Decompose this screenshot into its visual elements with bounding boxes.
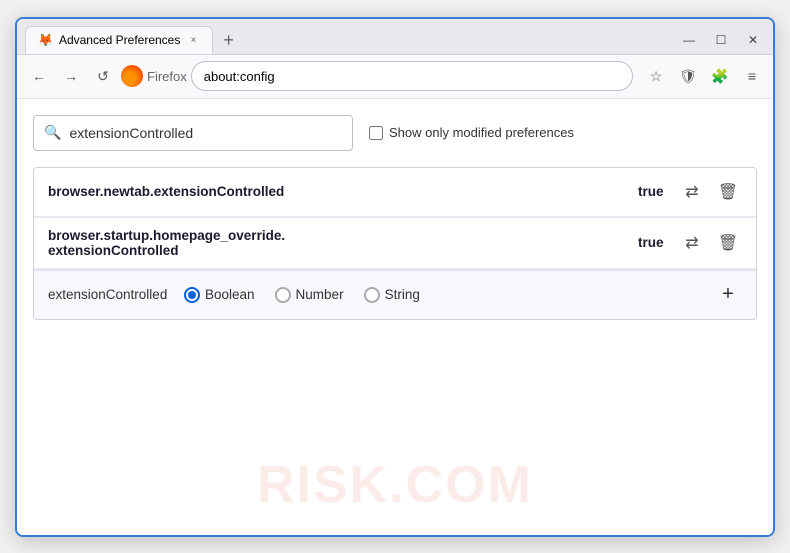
search-input[interactable] bbox=[69, 125, 342, 141]
browser-name-label: Firefox bbox=[147, 69, 187, 84]
maximize-button[interactable]: ☐ bbox=[709, 30, 733, 50]
firefox-logo bbox=[121, 65, 143, 87]
pref-toggle-newtab[interactable]: ⇄ bbox=[678, 178, 706, 206]
search-box[interactable]: 🔍 bbox=[33, 115, 353, 151]
toggle-arrows-icon-2: ⇄ bbox=[685, 233, 698, 253]
type-string-option[interactable]: String bbox=[364, 287, 420, 303]
delete-icon-2: 🗑 bbox=[718, 233, 738, 253]
menu-button[interactable]: ≡ bbox=[739, 63, 765, 89]
reload-button[interactable]: ↺ bbox=[89, 62, 117, 90]
type-boolean-option[interactable]: Boolean bbox=[184, 287, 255, 303]
address-bar[interactable]: about:config bbox=[191, 61, 633, 91]
show-modified-label[interactable]: Show only modified preferences bbox=[369, 125, 574, 140]
navigation-bar: ← → ↺ Firefox about:config ☆ 🛡 🧩 ≡ bbox=[17, 55, 773, 99]
pref-toggle-startup[interactable]: ⇄ bbox=[678, 229, 706, 257]
forward-button[interactable]: → bbox=[57, 62, 85, 90]
active-tab[interactable]: 🦊 Advanced Preferences × bbox=[25, 26, 213, 54]
show-modified-checkbox[interactable] bbox=[369, 126, 383, 140]
pref-actions-startup: ⇄ 🗑 bbox=[678, 229, 742, 257]
delete-icon: 🗑 bbox=[718, 182, 738, 202]
minimize-button[interactable]: — bbox=[677, 30, 701, 50]
watermark: RISK.COM bbox=[257, 455, 533, 515]
pref-value-newtab: true bbox=[638, 184, 678, 199]
title-bar: 🦊 Advanced Preferences × + — ☐ ✕ bbox=[17, 19, 773, 55]
preferences-table: browser.newtab.extensionControlled true … bbox=[33, 167, 757, 320]
pref-value-startup: true bbox=[638, 235, 678, 250]
string-label: String bbox=[385, 287, 420, 302]
show-modified-text: Show only modified preferences bbox=[389, 125, 574, 140]
pref-actions-newtab: ⇄ 🗑 bbox=[678, 178, 742, 206]
number-label: Number bbox=[296, 287, 344, 302]
search-icon: 🔍 bbox=[44, 124, 61, 141]
pref-row-newtab[interactable]: browser.newtab.extensionControlled true … bbox=[34, 168, 756, 218]
back-button[interactable]: ← bbox=[25, 62, 53, 90]
firefox-tab-icon: 🦊 bbox=[38, 33, 53, 47]
shield-button[interactable]: 🛡 bbox=[675, 63, 701, 89]
extension-button[interactable]: 🧩 bbox=[707, 63, 733, 89]
bookmark-button[interactable]: ☆ bbox=[643, 63, 669, 89]
search-row: 🔍 Show only modified preferences bbox=[33, 115, 757, 151]
pref-delete-startup[interactable]: 🗑 bbox=[714, 229, 742, 257]
page-content: RISK.COM 🔍 Show only modified preference… bbox=[17, 99, 773, 535]
window-controls: — ☐ ✕ bbox=[677, 30, 765, 50]
boolean-label: Boolean bbox=[205, 287, 255, 302]
add-pref-button[interactable]: + bbox=[714, 281, 742, 309]
nav-icons-group: ☆ 🛡 🧩 ≡ bbox=[643, 63, 765, 89]
string-radio-circle[interactable] bbox=[364, 287, 380, 303]
close-button[interactable]: ✕ bbox=[741, 30, 765, 50]
pref-name-newtab: browser.newtab.extensionControlled bbox=[48, 184, 626, 199]
new-pref-row: extensionControlled Boolean Number Strin… bbox=[34, 270, 756, 319]
new-pref-name-label: extensionControlled bbox=[48, 287, 168, 302]
tab-close-btn[interactable]: × bbox=[186, 33, 200, 47]
new-tab-button[interactable]: + bbox=[217, 29, 240, 51]
number-radio-circle[interactable] bbox=[275, 287, 291, 303]
type-number-option[interactable]: Number bbox=[275, 287, 344, 303]
pref-name-startup: browser.startup.homepage_override. exten… bbox=[48, 228, 626, 258]
type-radio-group: Boolean Number String bbox=[184, 287, 698, 303]
boolean-radio-circle[interactable] bbox=[184, 287, 200, 303]
pref-delete-newtab[interactable]: 🗑 bbox=[714, 178, 742, 206]
toggle-arrows-icon: ⇄ bbox=[685, 182, 698, 202]
pref-row-startup[interactable]: browser.startup.homepage_override. exten… bbox=[34, 218, 756, 270]
address-url: about:config bbox=[204, 69, 275, 84]
tab-label: Advanced Preferences bbox=[59, 33, 180, 47]
browser-window: 🦊 Advanced Preferences × + — ☐ ✕ ← → ↺ F… bbox=[15, 17, 775, 537]
